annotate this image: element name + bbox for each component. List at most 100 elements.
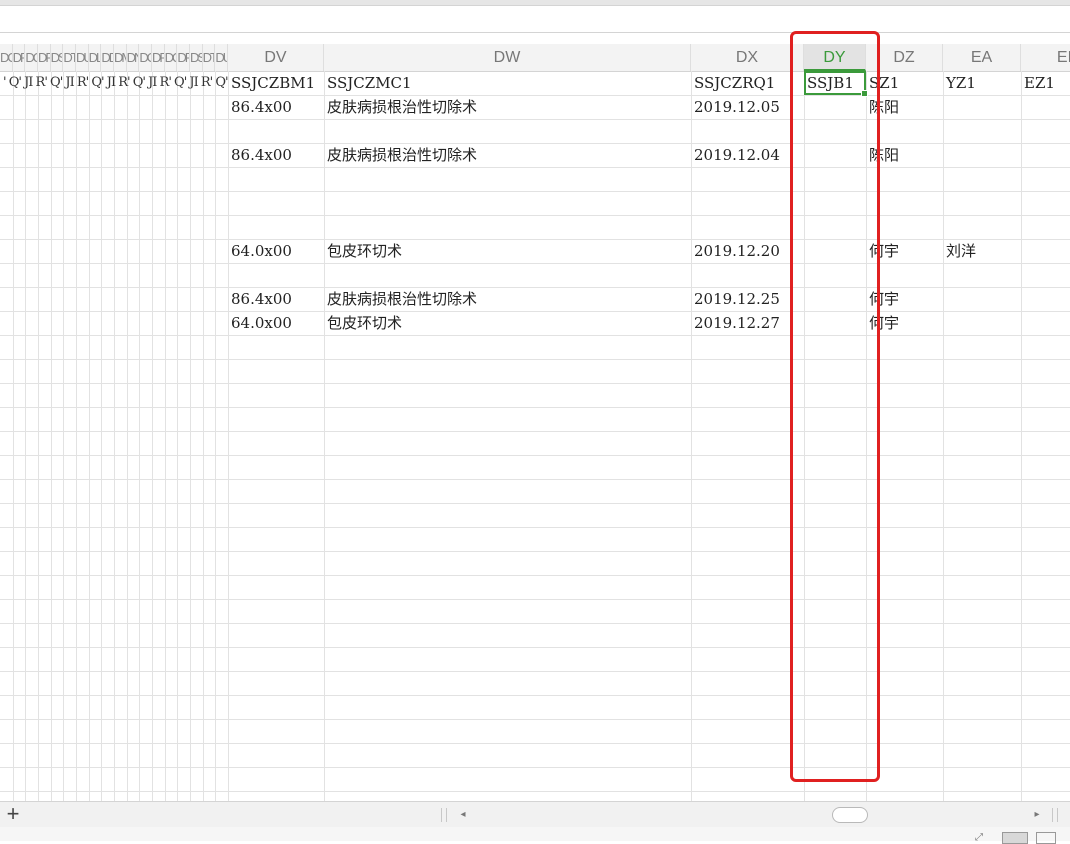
cell-ea[interactable] [943, 191, 1021, 215]
cell-dw[interactable]: 包皮环切术 [324, 311, 691, 335]
fullscreen-icon[interactable]: ⤢ [975, 833, 983, 843]
grid-column-line [165, 71, 166, 801]
column-header-narrow[interactable]: DO [0, 44, 13, 71]
scroll-left-icon[interactable]: ◂ [457, 806, 469, 824]
cell-dw[interactable]: 皮肤病损根治性切除术 [324, 95, 691, 119]
grid-row-line [0, 407, 1070, 408]
cell-ea[interactable] [943, 95, 1021, 119]
cell-dw[interactable] [324, 167, 691, 191]
grid-row-line [0, 767, 1070, 768]
column-header-narrow[interactable]: DT [203, 44, 216, 71]
grid-column-line [1021, 71, 1022, 801]
cell-dx[interactable] [691, 191, 804, 215]
cell-dv[interactable] [228, 191, 324, 215]
cell-ea-header[interactable]: YZ1 [943, 71, 1021, 95]
column-header-narrow[interactable]: DT [63, 44, 76, 71]
scroll-splitter[interactable] [1052, 808, 1058, 822]
cell-ea[interactable] [943, 311, 1021, 335]
cell-dv[interactable]: 86.4x00 [228, 287, 324, 311]
cell-dv[interactable] [228, 167, 324, 191]
cell-dv[interactable]: 64.0x00 [228, 239, 324, 263]
cell-dw[interactable] [324, 119, 691, 143]
cell-dx[interactable] [691, 263, 804, 287]
grid-column-line [127, 71, 128, 801]
cell-dv-header[interactable]: SSJCZBM1 [228, 71, 324, 95]
cell-dv[interactable] [228, 263, 324, 287]
narrow-columns-row1[interactable]: ' Q' JI R' Q' JI R' Q' JI R' Q' JI R' Q'… [0, 71, 228, 95]
column-header-eb[interactable]: EI [1021, 44, 1070, 71]
cell-dv[interactable] [228, 215, 324, 239]
cell-ea[interactable]: 刘洋 [943, 239, 1021, 263]
column-header-narrow[interactable]: DS [190, 44, 203, 71]
cell-dx[interactable] [691, 119, 804, 143]
cell-ea[interactable] [943, 167, 1021, 191]
column-header-narrow[interactable]: DR [38, 44, 51, 71]
grid-row-line [0, 335, 1070, 336]
grid-row-line [0, 527, 1070, 528]
cell-dw[interactable]: 皮肤病损根治性切除术 [324, 143, 691, 167]
cell-ea[interactable] [943, 143, 1021, 167]
column-header-narrow[interactable]: DN [127, 44, 140, 71]
grid-column-line [101, 71, 102, 801]
cell-dw[interactable]: 包皮环切术 [324, 239, 691, 263]
cell-dx[interactable]: 2019.12.27 [691, 311, 804, 335]
grid-row-line [0, 743, 1070, 744]
column-header-narrow[interactable]: DS [51, 44, 64, 71]
column-header-dw[interactable]: DW [324, 44, 691, 71]
scrollbar-thumb[interactable] [832, 807, 868, 823]
cell-dx[interactable] [691, 167, 804, 191]
column-header-narrow[interactable]: DU [76, 44, 89, 71]
grid-row-line [0, 599, 1070, 600]
column-header-narrow[interactable]: DL [89, 44, 102, 71]
cell-dw[interactable] [324, 191, 691, 215]
grid-row-line [0, 503, 1070, 504]
cell-dx-header[interactable]: SSJCZRQ1 [691, 71, 804, 95]
column-header-narrow[interactable]: DR [177, 44, 190, 71]
cell-dx[interactable]: 2019.12.05 [691, 95, 804, 119]
cell-dv[interactable]: 64.0x00 [228, 311, 324, 335]
grid-column-line [51, 71, 52, 801]
column-header-dx[interactable]: DX [691, 44, 804, 71]
column-header-row: DODPDQDRDSDTDUDLDDDMDNDODPDQDRDSDTDU DV … [0, 44, 1070, 72]
cell-dx[interactable]: 2019.12.04 [691, 143, 804, 167]
add-sheet-button[interactable]: + [4, 802, 22, 828]
cell-dx[interactable]: 2019.12.20 [691, 239, 804, 263]
cell-ea[interactable] [943, 287, 1021, 311]
cell-dv[interactable]: 86.4x00 [228, 95, 324, 119]
cell-ea[interactable] [943, 263, 1021, 287]
cell-eb-header[interactable]: EZ1 [1021, 71, 1070, 95]
horizontal-scrollbar[interactable]: ◂ ▸ [455, 806, 1045, 824]
grid-row-line [0, 791, 1070, 792]
column-header-narrow[interactable]: DP [152, 44, 165, 71]
grid-row-line [0, 647, 1070, 648]
grid-row-line [0, 431, 1070, 432]
cell-dv[interactable]: 86.4x00 [228, 143, 324, 167]
cell-dw[interactable] [324, 263, 691, 287]
cell-dx[interactable] [691, 215, 804, 239]
tab-splitter[interactable] [441, 808, 447, 822]
grid-column-line [76, 71, 77, 801]
scroll-right-icon[interactable]: ▸ [1031, 806, 1043, 824]
normal-view-icon[interactable] [1002, 832, 1028, 844]
column-header-ea[interactable]: EA [943, 44, 1021, 71]
grid-column-line [152, 71, 153, 801]
cell-dx[interactable]: 2019.12.25 [691, 287, 804, 311]
cell-ea[interactable] [943, 215, 1021, 239]
column-header-narrow[interactable]: DQ [165, 44, 178, 71]
column-header-narrow[interactable]: DQ [25, 44, 38, 71]
formula-bar[interactable] [0, 6, 1070, 33]
column-header-narrow[interactable]: DD [101, 44, 114, 71]
page-layout-icon[interactable] [1036, 832, 1056, 844]
column-header-narrow[interactable]: DO [139, 44, 152, 71]
cell-dw[interactable]: 皮肤病损根治性切除术 [324, 287, 691, 311]
spreadsheet-grid[interactable]: ' Q' JI R' Q' JI R' Q' JI R' Q' JI R' Q'… [0, 71, 1070, 801]
cell-dv[interactable] [228, 119, 324, 143]
column-header-dv[interactable]: DV [228, 44, 324, 71]
grid-row-line [0, 719, 1070, 720]
cell-ea[interactable] [943, 119, 1021, 143]
column-header-narrow[interactable]: DU [215, 44, 228, 71]
column-header-narrow[interactable]: DM [114, 44, 127, 71]
cell-dw[interactable] [324, 215, 691, 239]
cell-dw-header[interactable]: SSJCZMC1 [324, 71, 691, 95]
column-header-narrow[interactable]: DP [13, 44, 26, 71]
